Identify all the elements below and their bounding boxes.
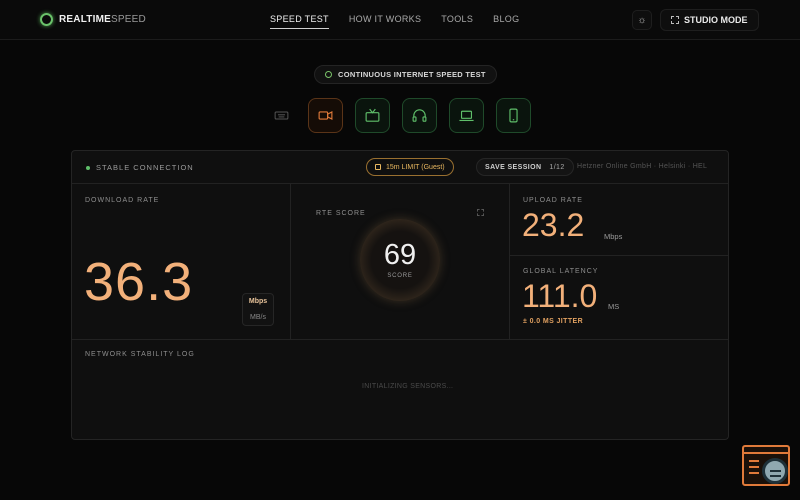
- text-line: [749, 472, 759, 474]
- status-dot-icon: [86, 165, 90, 170]
- studio-mode-label: STUDIO MODE: [684, 15, 748, 25]
- text-line: [749, 460, 759, 462]
- panel-header: STABLE CONNECTION 15m LIMIT (Guest) SAVE…: [72, 151, 728, 184]
- nav-link-how-it-works[interactable]: HOW IT WORKS: [349, 14, 421, 29]
- logo-ring-icon: [40, 13, 53, 26]
- divider: [510, 255, 728, 256]
- results-panel: STABLE CONNECTION 15m LIMIT (Guest) SAVE…: [71, 150, 729, 440]
- status-ring-icon: [325, 71, 332, 78]
- logo-light-text: SPEED: [110, 14, 146, 25]
- studio-mode-button[interactable]: STUDIO MODE: [660, 9, 759, 31]
- nav-link-tools[interactable]: TOOLS: [441, 14, 473, 29]
- connection-status: STABLE CONNECTION: [86, 163, 194, 172]
- save-session-count: 1/12: [549, 163, 565, 171]
- time-limit-badge[interactable]: 15m LIMIT (Guest): [366, 158, 454, 176]
- text-line: [749, 466, 759, 468]
- magnifier-icon: [762, 458, 788, 484]
- server-host: Hetzner Online GmbH · Helsinki · HEL: [577, 163, 708, 170]
- nav-links: SPEED TEST HOW IT WORKS TOOLS BLOG: [270, 14, 519, 29]
- device-phone[interactable]: [496, 98, 531, 133]
- time-limit-label: 15m LIMIT (Guest): [386, 163, 445, 171]
- device-selector: [266, 98, 531, 133]
- logo-bold-text: REALTIME: [59, 14, 111, 25]
- unit-toggle[interactable]: Mbps MB/s: [242, 293, 274, 326]
- theme-toggle-button[interactable]: ☼: [632, 10, 652, 30]
- upload-value: 23.2: [522, 207, 585, 243]
- sun-icon: ☼: [637, 14, 647, 26]
- divider: [509, 184, 510, 339]
- rte-score-gauge: 69 SCORE: [360, 219, 440, 301]
- save-session-label: SAVE SESSION: [485, 163, 542, 171]
- lock-icon: [375, 164, 381, 170]
- video-icon: [318, 111, 333, 120]
- keyboard-icon: [274, 111, 288, 120]
- unit-mbps-option[interactable]: Mbps: [249, 298, 267, 305]
- pill-label: CONTINUOUS INTERNET SPEED TEST: [338, 70, 486, 79]
- connection-status-label: STABLE CONNECTION: [96, 163, 194, 172]
- download-value: 36.3: [84, 252, 194, 312]
- jitter-value: ± 0.0 MS JITTER: [523, 318, 584, 325]
- stability-log-label: NETWORK STABILITY LOG: [85, 351, 195, 358]
- phone-icon: [509, 108, 518, 123]
- headphones-icon: [412, 109, 427, 122]
- download-label: DOWNLOAD RATE: [85, 197, 160, 204]
- top-nav: REALTIMESPEED SPEED TEST HOW IT WORKS TO…: [0, 0, 800, 40]
- latency-unit: MS: [608, 302, 620, 311]
- divider: [290, 184, 291, 339]
- device-video[interactable]: [308, 98, 343, 133]
- rte-score-value: 69: [383, 239, 417, 271]
- device-keyboard[interactable]: [266, 98, 296, 133]
- expand-icon[interactable]: [477, 209, 484, 216]
- latency-value: 111.0: [522, 278, 598, 314]
- nav-link-speed-test[interactable]: SPEED TEST: [270, 14, 329, 29]
- device-laptop[interactable]: [449, 98, 484, 133]
- tv-icon: [365, 108, 380, 122]
- expand-icon: [671, 16, 679, 24]
- speed-test-pill: CONTINUOUS INTERNET SPEED TEST: [314, 65, 497, 84]
- latency-label: GLOBAL LATENCY: [523, 268, 599, 275]
- inspector-widget[interactable]: [742, 445, 790, 486]
- save-session-button[interactable]: SAVE SESSION 1/12: [476, 158, 574, 176]
- rte-score-label: RTE SCORE: [316, 210, 366, 217]
- logo[interactable]: REALTIMESPEED: [40, 13, 146, 26]
- laptop-icon: [459, 110, 474, 122]
- stability-log-status: INITIALIZING SENSORS...: [362, 383, 454, 390]
- nav-link-blog[interactable]: BLOG: [493, 14, 519, 29]
- upload-unit: Mbps: [604, 232, 623, 241]
- divider: [72, 339, 728, 340]
- rte-score-sub: SCORE: [387, 273, 413, 279]
- device-headphones[interactable]: [402, 98, 437, 133]
- window-bar: [744, 447, 788, 454]
- upload-label: UPLOAD RATE: [523, 197, 583, 204]
- unit-mbs-option[interactable]: MB/s: [250, 314, 266, 321]
- device-tv[interactable]: [355, 98, 390, 133]
